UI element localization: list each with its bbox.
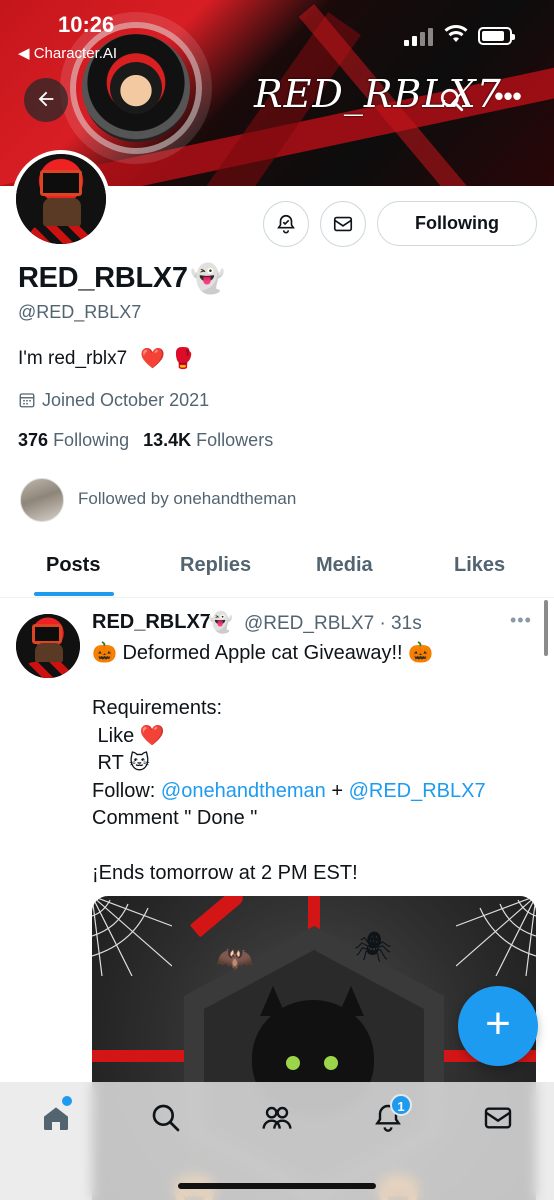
home-unread-dot [62, 1096, 72, 1106]
follower-avatar[interactable] [20, 478, 64, 522]
post-author-avatar[interactable] [16, 614, 80, 678]
following-count-link[interactable]: 376 Following [18, 430, 129, 450]
avatar-hat [32, 624, 62, 644]
people-icon [262, 1106, 292, 1129]
nav-notifications[interactable]: 1 [368, 1094, 412, 1138]
cat-eye [324, 1056, 338, 1070]
envelope-icon [333, 216, 353, 232]
status-bar: 10:26 ◀ Character.AI [0, 0, 554, 70]
followers-label: Followers [196, 430, 274, 450]
profile-tabs: Posts Replies Media Likes [0, 538, 554, 598]
more-icon: ••• [494, 81, 522, 111]
home-icon [44, 1107, 68, 1130]
post-line: Comment " Done " [92, 807, 258, 829]
back-button[interactable] [24, 78, 68, 122]
scrollbar[interactable] [544, 600, 548, 656]
mention-link[interactable]: @RED_RBLX7 [349, 780, 486, 802]
wifi-icon [444, 24, 468, 50]
spider-icon: 🕷 [354, 931, 393, 964]
arrow-left-icon [35, 89, 57, 116]
joined-date: Joined October 2021 [18, 390, 209, 411]
avatar-hat [40, 170, 82, 196]
post-line: RT 🐱 [92, 752, 150, 774]
followers-count: 13.4K [143, 430, 192, 450]
post-author-name[interactable]: RED_RBLX7 [92, 611, 211, 634]
knife-icon [189, 896, 247, 938]
avatar-body [30, 226, 94, 244]
nav-search[interactable] [146, 1098, 186, 1138]
tab-likes[interactable]: Likes [454, 554, 505, 577]
follow-prefix: Follow: [92, 779, 161, 802]
post-line: Follow: @onehandtheman + @RED_RBLX7 [92, 778, 532, 806]
tab-media[interactable]: Media [316, 554, 373, 577]
post-text: 🎃 Deformed Apple cat Giveaway!! 🎃 Requir… [92, 640, 532, 888]
post-ghost-emoji: 👻 [208, 612, 233, 634]
tab-posts[interactable]: Posts [46, 554, 100, 577]
spiderweb-icon [456, 896, 536, 976]
ghost-emoji: 👻 [190, 263, 225, 294]
tab-replies[interactable]: Replies [180, 554, 251, 577]
follow-counts: 376 Following 13.4K Followers [18, 430, 273, 451]
post-line: 🎃 Deformed Apple cat Giveaway!! 🎃 [92, 642, 434, 664]
profile-avatar[interactable] [12, 150, 110, 248]
followers-count-link[interactable]: 13.4K Followers [143, 430, 273, 450]
profile-handle: @RED_RBLX7 [18, 302, 142, 322]
back-to-app-link[interactable]: ◀ Character.AI [18, 44, 117, 62]
post-line: Like ❤️ [92, 724, 165, 747]
notifications-badge: 1 [390, 1094, 412, 1116]
search-button[interactable] [432, 80, 472, 120]
following-count: 376 [18, 430, 49, 450]
mention-link[interactable]: @onehandtheman [161, 780, 326, 802]
nav-messages[interactable] [478, 1098, 518, 1138]
search-icon [440, 88, 464, 112]
search-icon [152, 1104, 180, 1132]
signal-icon [404, 28, 434, 46]
post-line [92, 833, 532, 861]
following-button[interactable]: Following [377, 201, 537, 246]
post-meta: @RED_RBLX7 · 31s [244, 613, 422, 634]
post-more-button[interactable]: ••• [510, 610, 532, 631]
more-button[interactable]: ••• [488, 80, 528, 120]
avatar-body [24, 662, 72, 678]
battery-icon [478, 27, 515, 45]
bell-check-icon [277, 214, 295, 234]
bat-icon: 🦇 [216, 943, 254, 976]
cat-eye [286, 1056, 300, 1070]
envelope-icon [484, 1107, 512, 1129]
compose-post-button[interactable]: + [458, 986, 538, 1066]
spiderweb-icon [92, 896, 172, 976]
nav-home[interactable] [36, 1096, 76, 1138]
following-label: Following [53, 430, 130, 450]
post-line [92, 668, 532, 696]
active-tab-indicator [34, 592, 114, 596]
profile-display-name: RED_RBLX7 [18, 262, 188, 294]
followed-by-text[interactable]: Followed by onehandtheman [78, 489, 296, 509]
post-line: ¡Ends tomorrow at 2 PM EST! [92, 862, 358, 884]
notifications-toggle-button[interactable] [263, 201, 309, 247]
mention-separator: + [325, 779, 349, 802]
nav-communities[interactable] [257, 1098, 297, 1138]
profile-bio: I'm red_rblx7 [18, 348, 128, 369]
joined-text: Joined October 2021 [42, 390, 210, 410]
message-button[interactable] [320, 201, 366, 247]
bio-emoji: ❤️ 🥊 [140, 348, 196, 370]
post-line: Requirements: [92, 697, 223, 719]
status-time: 10:26 [58, 12, 115, 37]
calendar-icon [19, 393, 35, 408]
home-indicator [178, 1183, 376, 1189]
